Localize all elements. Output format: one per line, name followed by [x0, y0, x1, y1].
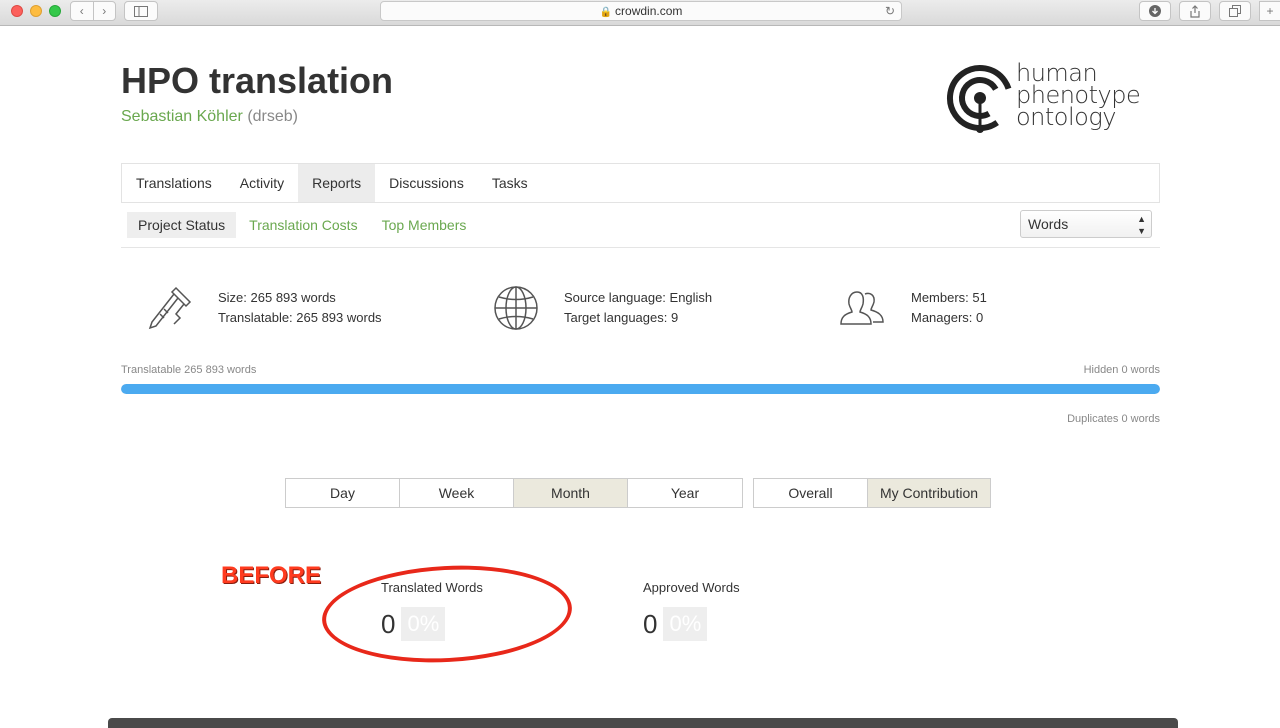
close-window-button[interactable] [11, 5, 23, 17]
unit-select-value: Words [1028, 216, 1069, 232]
reload-icon[interactable]: ↻ [885, 2, 895, 20]
progress-right-label: Hidden 0 words [1083, 364, 1160, 376]
stat-size: Size: 265 893 words Translatable: 265 89… [146, 284, 382, 332]
zoom-window-button[interactable] [49, 5, 61, 17]
subtab-project-status[interactable]: Project Status [127, 212, 237, 238]
period-year-button[interactable]: Year [628, 479, 742, 507]
stat-source-language: Source language: English [564, 290, 713, 305]
page-title: HPO translation [121, 60, 394, 101]
stat-members: Members: 51 Managers: 0 [839, 284, 987, 332]
subtab-translation-costs[interactable]: Translation Costs [238, 212, 368, 238]
period-month-button[interactable]: Month [514, 479, 628, 507]
globe-icon [494, 286, 538, 330]
tabs-overview-button[interactable] [1219, 1, 1251, 21]
stat-target-languages: Target languages: 9 [564, 310, 679, 325]
scope-my-contribution-button[interactable]: My Contribution [868, 479, 990, 507]
logo-line-3: ontology [1016, 103, 1116, 131]
approved-words-count: 0 [643, 608, 658, 639]
download-icon [1149, 5, 1161, 17]
highlight-ellipse [319, 559, 575, 669]
lock-icon: 🔒 [599, 7, 613, 18]
stat-managers-text: Managers: 0 [911, 310, 984, 325]
logo-wordmark: human phenotype ontology [1016, 61, 1141, 131]
stat-members-text: Members: 51 [911, 290, 987, 305]
users-icon [840, 291, 884, 325]
browser-toolbar: ‹ › 🔒 crowdin.com ↻ + [0, 0, 1280, 26]
project-owner: Sebastian Köhler (drseb) [121, 108, 298, 126]
divider [121, 247, 1160, 248]
history-nav: ‹ › [70, 1, 116, 21]
dock [108, 718, 1178, 728]
tab-translations[interactable]: Translations [122, 164, 226, 202]
scope-overall-button[interactable]: Overall [754, 479, 868, 507]
back-icon[interactable]: ‹ [71, 2, 94, 20]
new-tab-button[interactable]: + [1259, 1, 1280, 21]
owner-handle: (drseb) [247, 108, 298, 125]
caliper-icon [148, 286, 192, 330]
tab-discussions[interactable]: Discussions [375, 164, 478, 202]
stat-size-text: Size: 265 893 words [218, 290, 336, 305]
period-button-group: Day Week Month Year [285, 478, 743, 508]
approved-words-label: Approved Words [643, 580, 740, 595]
tabs-icon [1229, 5, 1241, 17]
before-annotation: BEFORE [221, 562, 322, 589]
progress-fill [121, 384, 1160, 394]
minimize-window-button[interactable] [30, 5, 42, 17]
period-day-button[interactable]: Day [286, 479, 400, 507]
broadcast-icon [947, 65, 1013, 133]
tab-tasks[interactable]: Tasks [478, 164, 542, 202]
scope-button-group: Overall My Contribution [753, 478, 991, 508]
forward-icon[interactable]: › [94, 2, 116, 20]
tab-activity[interactable]: Activity [226, 164, 298, 202]
report-subtabs: Project Status Translation Costs Top Mem… [121, 212, 479, 238]
project-tabs: Translations Activity Reports Discussion… [121, 163, 1160, 203]
duplicates-label: Duplicates 0 words [1067, 413, 1160, 425]
url-text: crowdin.com [615, 4, 683, 18]
plus-icon: + [1266, 4, 1274, 18]
sidebar-icon [134, 5, 148, 17]
stat-translatable-text: Translatable: 265 893 words [218, 310, 382, 325]
select-arrows-icon: ▲ ▼ [1137, 214, 1146, 236]
sidebar-toggle-button[interactable] [124, 1, 158, 21]
tab-reports[interactable]: Reports [298, 164, 376, 202]
stat-languages: Source language: English Target language… [492, 284, 712, 332]
subtab-top-members[interactable]: Top Members [371, 212, 478, 238]
translatable-progress-bar [121, 384, 1160, 394]
period-week-button[interactable]: Week [400, 479, 514, 507]
approved-words-block: Approved Words 0 0% [643, 580, 740, 641]
approved-words-percent: 0% [663, 607, 708, 641]
address-bar[interactable]: 🔒 crowdin.com ↻ [380, 1, 902, 21]
share-button[interactable] [1179, 1, 1211, 21]
owner-name-link[interactable]: Sebastian Köhler [121, 108, 243, 125]
unit-select[interactable]: Words ▲ ▼ [1020, 210, 1152, 238]
downloads-button[interactable] [1139, 1, 1171, 21]
share-icon [1190, 4, 1200, 18]
progress-left-label: Translatable 265 893 words [121, 364, 257, 376]
